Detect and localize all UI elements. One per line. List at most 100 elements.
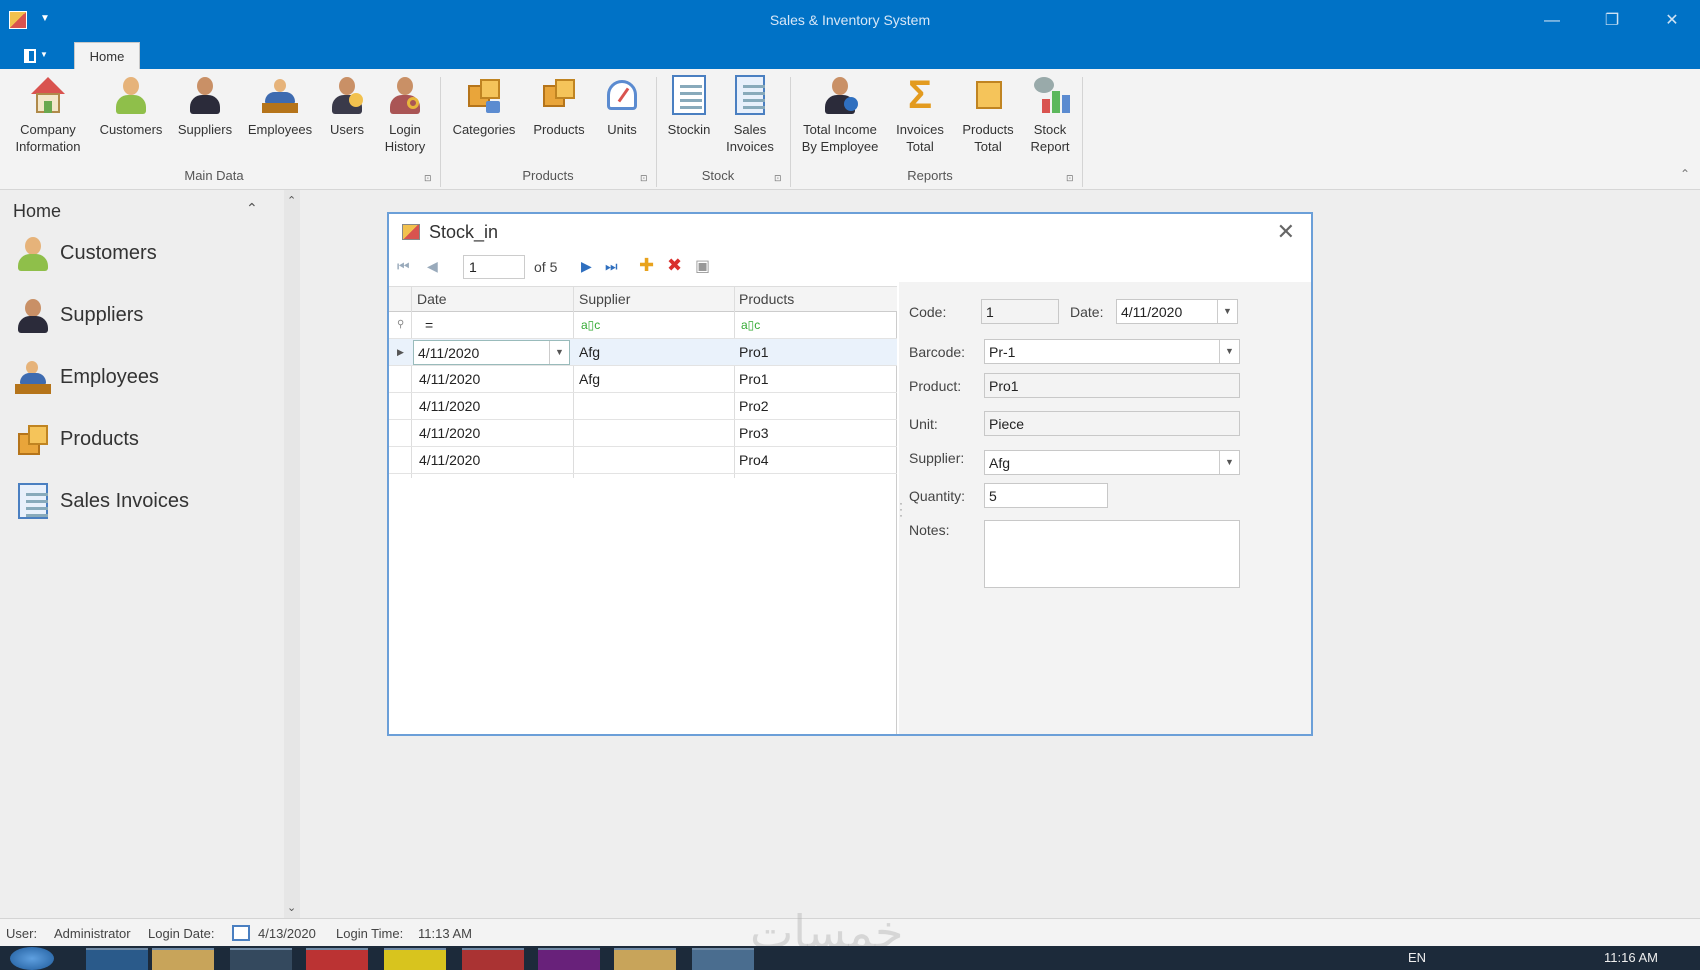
sidebar-item-label: Employees [60,366,159,388]
taskbar-app-chrome[interactable] [306,948,368,970]
sidebar-item-sales-invoices[interactable]: Sales Invoices [14,481,264,521]
save-record-icon[interactable]: ▣ [695,256,710,276]
sidebar-item-customers[interactable]: Customers [14,233,264,273]
group-launcher-icon[interactable]: ⊡ [774,173,782,184]
date-filter-cell[interactable]: = [425,317,433,333]
date-field[interactable]: 4/11/2020 ▼ [1116,299,1238,324]
product-field[interactable]: Pro1 [984,373,1240,398]
taskbar-app-media[interactable] [384,948,446,970]
ribbon-label: Products Total [962,122,1014,154]
scroll-up-icon[interactable]: ⌃ [287,194,296,207]
taskbar-app[interactable] [230,948,292,970]
first-record-icon[interactable]: ⏮ [397,258,415,276]
quantity-field[interactable]: 5 [984,483,1108,508]
login-date-value: 4/13/2020 [258,926,316,941]
units-button[interactable]: Units [598,75,646,138]
login-history-button[interactable]: Login History [378,75,432,155]
system-clock[interactable]: 11:16 AM [1604,950,1658,965]
collapse-ribbon-icon[interactable]: ⌃ [1680,167,1690,181]
table-row[interactable]: 4/11/2020 Pro2 [389,393,897,420]
grid-header-row: Date Supplier Products [389,286,897,312]
unit-field[interactable]: Piece [984,411,1240,436]
invoices-total-button[interactable]: Σ Invoices Total [890,75,950,155]
barcode-field[interactable]: Pr-1 ▼ [984,339,1240,364]
products-button[interactable]: Products [528,75,590,138]
user-value: Administrator [54,926,131,941]
chevron-down-icon[interactable]: ▼ [1219,451,1239,474]
suppliers-button[interactable]: Suppliers [174,75,236,138]
group-launcher-icon[interactable]: ⊡ [640,173,648,184]
group-label-products: Products [522,168,574,183]
categories-button[interactable]: Categories [448,75,520,138]
products-filter-cell[interactable]: a▯c [741,318,760,332]
language-indicator[interactable]: EN [1408,950,1426,965]
delete-record-icon[interactable]: ✖ [667,255,682,276]
supplier-field[interactable]: Afg ▼ [984,450,1240,475]
company-information-button[interactable]: Company Information [8,75,88,155]
date-label: Date: [1070,304,1104,320]
group-launcher-icon[interactable]: ⊡ [1066,173,1074,184]
chevron-down-icon[interactable]: ▼ [549,341,569,364]
taskbar-app-paint[interactable] [692,948,754,970]
chevron-down-icon[interactable]: ▼ [1217,300,1237,323]
taskbar-app-visual-studio[interactable] [538,948,600,970]
supplier-field-value: Afg [989,455,1011,471]
stock-report-button[interactable]: Stock Report [1024,75,1076,155]
sales-invoices-button[interactable]: Sales Invoices [722,75,778,155]
group-label-main-data: Main Data [184,168,244,183]
customers-button[interactable]: Customers [96,75,166,138]
user-label: User: [6,926,38,941]
stock-report-icon [1030,75,1070,115]
application-menu-button[interactable]: ▼ [14,46,50,66]
ribbon-label: Customers [99,122,163,137]
dialog-close-button[interactable]: ✕ [1277,219,1295,245]
notes-field[interactable] [984,520,1240,588]
sidebar-scrollbar[interactable] [284,190,300,918]
start-button[interactable] [10,947,54,970]
minimize-button[interactable]: — [1532,8,1572,34]
scroll-down-icon[interactable]: ⌄ [287,901,296,914]
sidebar-item-products[interactable]: Products [14,419,264,459]
code-field[interactable]: 1 [981,299,1059,324]
next-record-icon[interactable]: ▶ [581,258,592,275]
stockin-button[interactable]: Stockin [664,75,714,138]
products-total-icon [968,75,1008,115]
customer-icon [14,235,52,271]
users-button[interactable]: Users [324,75,370,138]
date-cell-editor[interactable]: 4/11/2020 ▼ [413,340,570,365]
splitter-grip-icon[interactable]: · · · [899,497,903,521]
sidebar-item-suppliers[interactable]: Suppliers [14,295,264,335]
products-total-button[interactable]: Products Total [956,75,1020,155]
taskbar-app-ie[interactable] [86,948,148,970]
add-record-icon[interactable]: ✚ [639,255,654,276]
taskbar-app-access[interactable] [462,948,524,970]
chevron-up-icon[interactable]: ⌃ [246,200,258,217]
supplier-filter-cell[interactable]: a▯c [581,318,600,332]
restore-button[interactable]: ❐ [1592,8,1632,34]
row-indicator-icon: ▶ [397,347,404,357]
table-row[interactable]: ▶ 4/11/2020 ▼ Afg Pro1 [389,339,897,366]
window-title: Sales & Inventory System [769,12,931,28]
column-header-supplier[interactable]: Supplier [579,291,630,307]
total-income-by-employee-button[interactable]: Total Income By Employee [798,75,882,155]
previous-record-icon[interactable]: ◀ [427,258,438,275]
sidebar-item-employees[interactable]: Employees [14,357,264,397]
taskbar-app-explorer[interactable] [152,948,214,970]
close-button[interactable]: ✕ [1652,8,1692,34]
record-position-input[interactable] [463,255,525,279]
table-row[interactable]: 4/11/2020 Afg Pro1 [389,366,897,393]
employees-button[interactable]: Employees [244,75,316,138]
group-launcher-icon[interactable]: ⊡ [424,173,432,184]
navigation-sidebar: Home ⌃ Customers Suppliers Employees Pro… [0,190,284,918]
table-row[interactable]: 4/11/2020 Pro4 [389,447,897,474]
table-row[interactable]: 4/11/2020 Pro3 [389,420,897,447]
stock-in-form: Code: 1 Date: 4/11/2020 ▼ Barcode: Pr-1 ▼ … [899,282,1311,734]
chevron-down-icon[interactable]: ▼ [1219,340,1239,363]
tab-home[interactable]: Home [74,42,140,69]
taskbar-app-sales-system[interactable] [614,948,676,970]
last-record-icon[interactable]: ⏭ [605,258,618,275]
employee-icon [260,75,300,115]
column-header-products[interactable]: Products [739,291,794,307]
sidebar-item-label: Customers [60,242,157,264]
column-header-date[interactable]: Date [417,291,447,307]
